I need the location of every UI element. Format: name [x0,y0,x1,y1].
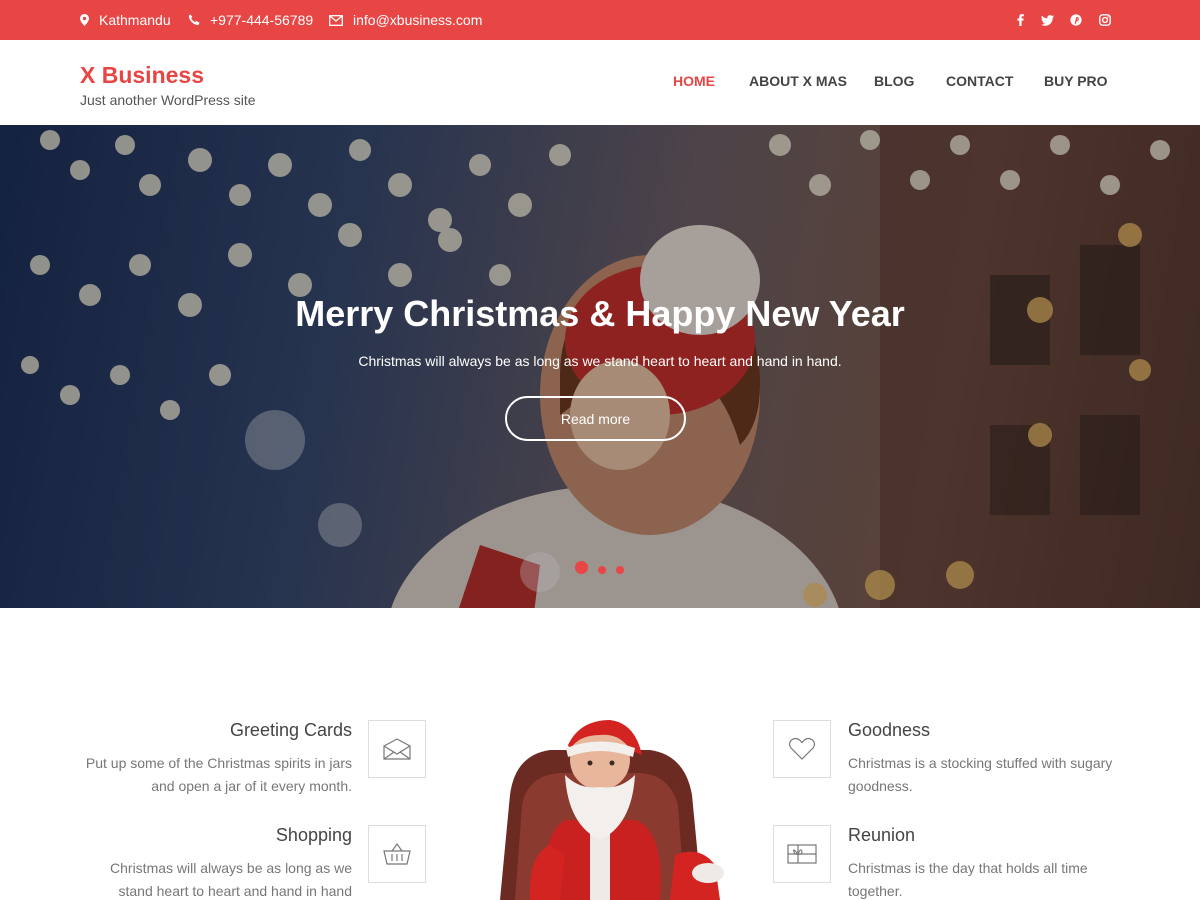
nav-about-x-mas[interactable]: ABOUT X MAS [749,73,847,89]
feature-text-line: and open a jar of it every month. [151,778,352,794]
feature-text: Christmas is a stocking stuffed with sug… [848,752,1148,798]
santa-claus-image [470,715,728,900]
hero-slider: Merry Christmas & Happy New Year Christm… [0,125,1200,608]
facebook-icon[interactable] [1012,0,1028,40]
nav-home[interactable]: HOME [673,73,715,89]
slider-dot-1[interactable] [575,561,588,574]
site-tagline: Just another WordPress site [80,92,256,108]
nav-blog[interactable]: BLOG [874,73,914,89]
feature-text: Christmas will always be as long as we s… [60,857,352,900]
top-bar: Kathmandu +977-444-56789 info@xbusiness.… [0,0,1200,40]
envelope-icon [383,738,411,760]
read-more-button[interactable]: Read more [505,396,686,441]
heart-icon [788,737,816,761]
feature-icon-box [368,720,426,778]
feature-text-line: Christmas is a stocking stuffed with sug… [848,755,1113,771]
feature-text: Put up some of the Christmas spirits in … [60,752,352,798]
feature-text-line: stand heart to heart and hand in hand [118,883,352,899]
feature-text-line: together. [848,883,903,899]
phone-text[interactable]: +977-444-56789 [210,12,313,28]
feature-icon-box [773,720,831,778]
feature-title: Greeting Cards [229,720,352,740]
feature-icon-box [368,825,426,883]
map-marker-icon [80,14,89,26]
feature-text-line: Put up some of the Christmas spirits in … [85,755,352,771]
phone-info: +977-444-56789 [188,0,313,40]
hero-subtitle: Christmas will always be as long as we s… [358,353,842,369]
pinterest-icon[interactable] [1068,0,1084,40]
location-text: Kathmandu [99,12,171,28]
feature-text-line: Christmas is the day that holds all time [848,860,1088,876]
nav-buy-pro[interactable]: BUY PRO [1044,73,1108,89]
phone-icon [188,14,200,26]
feature-text: Christmas is the day that holds all time… [848,857,1148,900]
email-info: info@xbusiness.com [329,0,482,40]
location-info: Kathmandu [80,0,171,40]
feature-text-line: goodness. [848,778,913,794]
basket-icon [383,842,411,866]
site-header: X Business Just another WordPress site H… [0,40,1200,125]
email-text[interactable]: info@xbusiness.com [353,12,482,28]
slider-dot-2[interactable] [598,566,606,574]
nav-contact[interactable]: CONTACT [946,73,1013,89]
feature-title: Reunion [848,825,916,845]
gift-icon [787,843,817,865]
instagram-icon[interactable] [1097,0,1113,40]
hero-title: Merry Christmas & Happy New Year [295,293,905,334]
slider-dot-3[interactable] [616,566,624,574]
feature-text-line: Christmas will always be as long as we [110,860,352,876]
envelope-outline-icon [329,14,343,26]
feature-icon-box [773,825,831,883]
feature-title: Goodness [848,720,931,740]
site-title[interactable]: X Business [80,62,204,89]
twitter-icon[interactable] [1039,0,1055,40]
feature-title: Shopping [275,825,352,845]
